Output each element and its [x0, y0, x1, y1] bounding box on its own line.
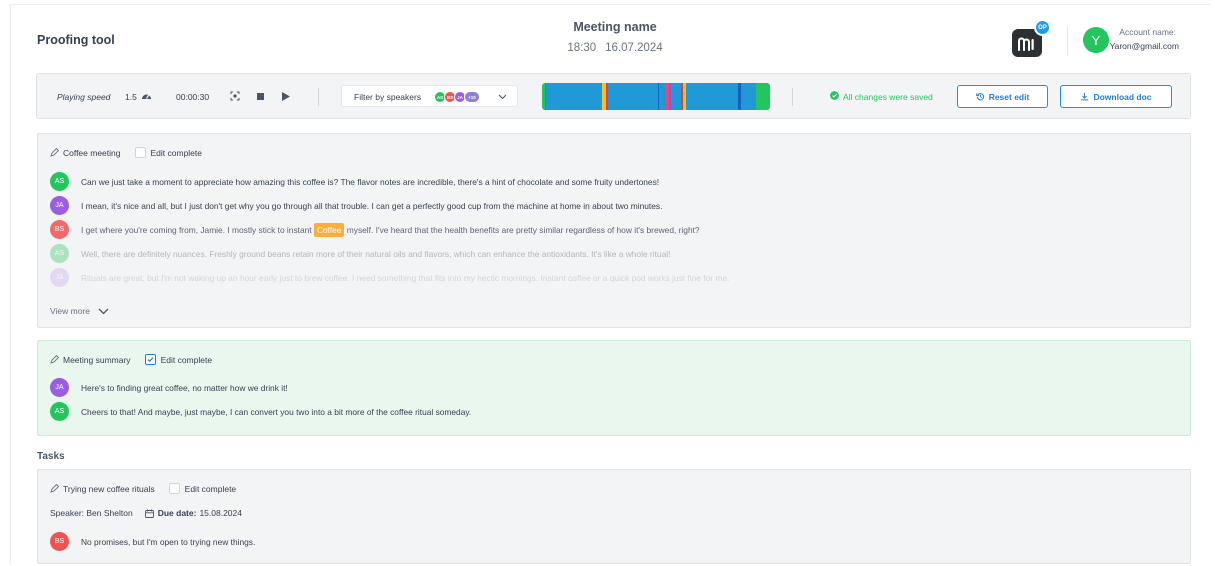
message-text[interactable]: Here's to finding great coffee, no matte… — [81, 383, 288, 393]
timeline-segment[interactable] — [686, 83, 738, 110]
timeline-segment[interactable] — [741, 83, 756, 110]
message-text[interactable]: Cheers to that! And maybe, just maybe, I… — [81, 407, 471, 417]
pencil-icon[interactable] — [50, 148, 59, 157]
speaker-avatar: JA — [50, 196, 69, 215]
message-text[interactable]: Rituals are great, but I'm not waking up… — [81, 273, 729, 283]
message-text[interactable]: Well, there are definitely nuances. Fres… — [81, 249, 670, 259]
app-title: Proofing tool — [37, 33, 115, 47]
edit-complete-label: Edit complete — [150, 147, 203, 158]
chevron-down-icon — [98, 308, 109, 314]
task-card: Trying new coffee rituals Edit complete … — [37, 469, 1191, 564]
timeline-segment[interactable] — [546, 83, 602, 110]
toolbar-divider-2 — [792, 88, 793, 106]
view-more-button[interactable]: View more — [50, 306, 109, 316]
calendar-icon — [144, 509, 154, 518]
chevron-down-icon — [498, 94, 507, 100]
account-label: Account name: — [1119, 27, 1176, 37]
play-button[interactable] — [282, 92, 290, 101]
speed-gauge-icon[interactable] — [141, 91, 152, 100]
task-title[interactable]: Trying new coffee rituals — [63, 484, 155, 494]
filter-label: Filter by speakers — [354, 92, 422, 102]
timeline-segment[interactable] — [608, 83, 658, 110]
transcript-header: Coffee meeting Edit complete — [50, 147, 202, 158]
player-toolbar: Playing speed 1.5 00:00:30 Filter by spe… — [36, 73, 1191, 119]
edit-complete-label: Edit complete — [184, 483, 237, 494]
logo-badge: OP — [1034, 19, 1051, 36]
message-text[interactable]: I mean, it's nice and all, but I just do… — [81, 201, 662, 211]
summary-title[interactable]: Meeting summary — [63, 355, 131, 365]
meeting-time: 18:30 — [567, 42, 597, 54]
message-text[interactable]: I get where you're coming from, Jamie. I… — [81, 222, 700, 237]
edit-complete-label: Edit complete — [160, 354, 213, 365]
toolbar-divider — [318, 88, 319, 106]
speaker-avatar: AS — [50, 172, 69, 191]
edit-complete-checkbox[interactable] — [168, 483, 180, 494]
task-header: Trying new coffee rituals Edit complete — [50, 483, 236, 494]
speaker-avatar: JA — [50, 268, 69, 287]
message-text[interactable]: No promises, but I'm open to trying new … — [81, 537, 255, 547]
summary-card: Meeting summary Edit complete JA Here's … — [37, 340, 1191, 436]
playing-speed-label: Playing speed — [57, 92, 111, 102]
task-meta: Speaker: Ben Shelton Due date: 15.08.202… — [50, 508, 242, 518]
meeting-date: 16.07.2024 — [605, 42, 663, 54]
speaker-avatar: BS — [50, 220, 69, 239]
transcript-message: BS I get where you're coming from, Jamie… — [50, 220, 700, 239]
task-message: BS No promises, but I'm open to trying n… — [50, 532, 255, 551]
meeting-datetime: 18:30 16.07.2024 — [540, 42, 690, 54]
focus-icon[interactable] — [230, 91, 240, 101]
timeline-segment[interactable] — [671, 83, 681, 110]
reset-edit-button[interactable]: Reset edit — [957, 85, 1048, 108]
download-doc-button[interactable]: Download doc — [1060, 85, 1172, 108]
view-more-label: View more — [50, 306, 90, 316]
speaker-avatar: BS — [50, 532, 69, 551]
speaker-avatar: AS — [50, 402, 69, 421]
task-speaker: Speaker: Ben Shelton — [50, 508, 133, 518]
account-email: Yaron@gmail.com — [1109, 41, 1179, 51]
summary-message: JA Here's to finding great coffee, no ma… — [50, 378, 288, 397]
edit-complete-checkbox[interactable] — [144, 354, 156, 365]
check-icon — [147, 357, 154, 363]
header-divider — [1067, 26, 1068, 56]
speaker-filter-dropdown[interactable]: Filter by speakers AS BS JA +10 — [341, 85, 518, 107]
pencil-icon[interactable] — [50, 484, 59, 493]
download-doc-label: Download doc — [1093, 91, 1152, 102]
transcript-title[interactable]: Coffee meeting — [63, 148, 121, 158]
download-icon — [1081, 92, 1089, 101]
filter-chip-more: +10 — [464, 91, 480, 103]
message-text-after: myself. I've heard that the health benef… — [346, 224, 700, 235]
playback-time: 00:00:30 — [176, 92, 210, 102]
message-text[interactable]: Can we just take a moment to appreciate … — [81, 177, 659, 187]
speaker-avatar: JA — [50, 378, 69, 397]
timeline-segment[interactable] — [756, 83, 770, 110]
transcript-message: AS Well, there are definitely nuances. F… — [50, 244, 670, 263]
pencil-icon[interactable] — [50, 355, 59, 364]
highlighted-word[interactable]: Coffee — [313, 222, 345, 237]
edit-complete-checkbox[interactable] — [134, 147, 146, 158]
summary-message: AS Cheers to that! And maybe, just maybe… — [50, 402, 471, 421]
page-header: Proofing tool Meeting name 18:30 16.07.20… — [0, 0, 1215, 68]
reset-edit-label: Reset edit — [988, 91, 1030, 102]
transcript-message: JA Rituals are great, but I'm not waking… — [50, 268, 729, 287]
speaker-avatar: AS — [50, 244, 69, 263]
transcript-card: Coffee meeting Edit complete AS Can we j… — [37, 133, 1191, 328]
tasks-heading: Tasks — [37, 451, 65, 462]
meeting-name: Meeting name — [573, 20, 657, 34]
reset-icon — [975, 93, 984, 101]
due-date-label: Due date: — [157, 508, 197, 518]
logo-m-icon — [1018, 37, 1034, 51]
summary-header: Meeting summary Edit complete — [50, 354, 212, 365]
speaker-timeline[interactable] — [542, 83, 770, 110]
transcript-message: JA I mean, it's nice and all, but I just… — [50, 196, 662, 215]
playing-speed-value[interactable]: 1.5 — [125, 92, 137, 102]
due-date-value: 15.08.2024 — [199, 508, 242, 518]
save-status: All changes were saved — [843, 92, 933, 102]
check-circle-icon — [830, 91, 839, 100]
message-text-before: I get where you're coming from, Jamie. I… — [81, 224, 312, 235]
transcript-message: AS Can we just take a moment to apprecia… — [50, 172, 659, 191]
stop-button[interactable] — [257, 93, 264, 100]
